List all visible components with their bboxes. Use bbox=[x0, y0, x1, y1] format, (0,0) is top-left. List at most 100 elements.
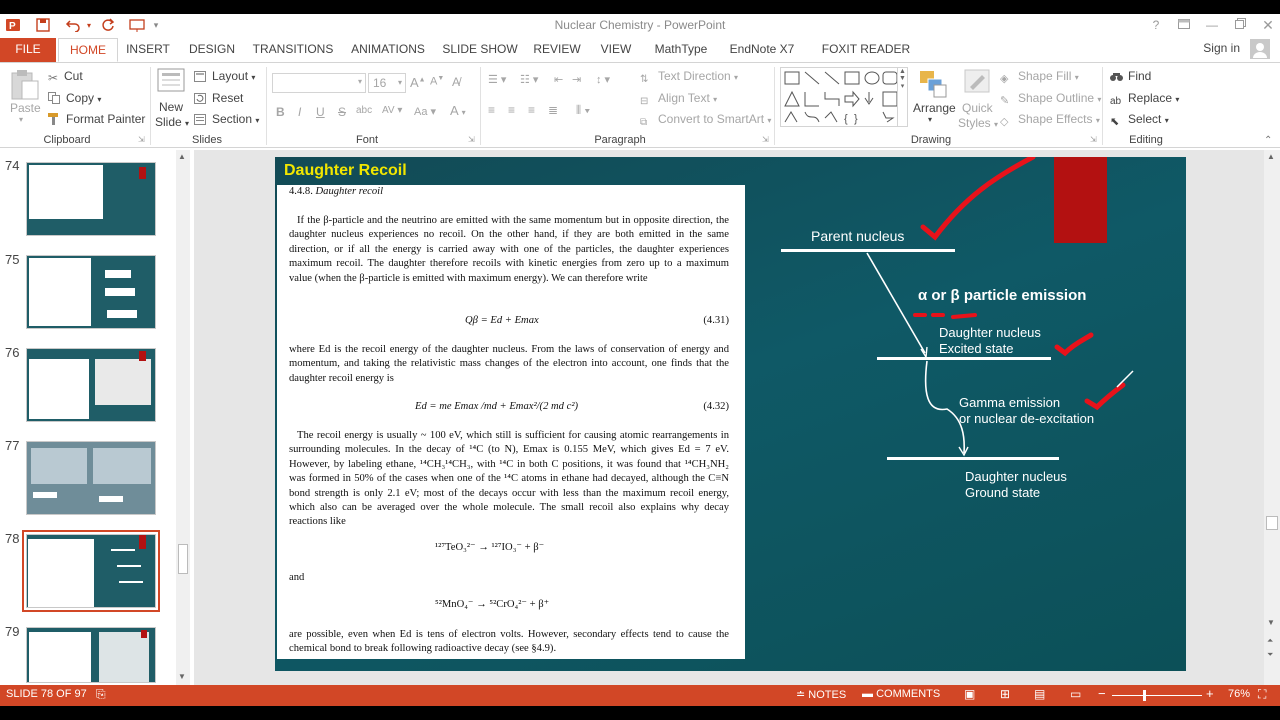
font-size-input[interactable]: 16 ▾ bbox=[368, 73, 406, 93]
slide-sorter-icon[interactable]: ⊞ bbox=[1000, 687, 1010, 701]
tab-design[interactable]: DESIGN bbox=[184, 38, 240, 62]
increase-indent-icon[interactable]: ⇥ bbox=[572, 73, 581, 86]
shape-outline-button[interactable]: ✎ Shape Outline ▾ bbox=[1000, 91, 1101, 107]
slide-thumbnail-78[interactable] bbox=[22, 530, 160, 612]
notes-button[interactable]: ≐ NOTES bbox=[796, 688, 846, 701]
font-launcher-icon[interactable]: ⇲ bbox=[468, 135, 475, 144]
decrease-indent-icon[interactable]: ⇤ bbox=[554, 73, 563, 86]
tab-insert[interactable]: INSERT bbox=[122, 38, 174, 62]
shapes-gallery[interactable]: {} ▲ ▼ ▾ bbox=[780, 67, 908, 127]
tab-endnote[interactable]: EndNote X7 bbox=[724, 38, 800, 62]
clipboard-launcher-icon[interactable]: ⇲ bbox=[138, 135, 145, 144]
slide-thumbnail-74[interactable] bbox=[26, 162, 156, 236]
char-spacing-icon[interactable]: abc bbox=[356, 105, 372, 116]
justify-icon[interactable]: ≣ bbox=[548, 103, 558, 117]
copy-button[interactable]: Copy ▾ bbox=[48, 91, 101, 105]
line-spacing-icon[interactable]: ↕ ▾ bbox=[596, 73, 610, 86]
columns-icon[interactable]: ⫴ ▾ bbox=[576, 103, 590, 118]
decay-arrow[interactable] bbox=[866, 252, 926, 354]
help-icon[interactable]: ? bbox=[1146, 16, 1166, 34]
sign-in-link[interactable]: Sign in bbox=[1203, 41, 1240, 55]
fit-to-window-icon[interactable]: ⛶ bbox=[1258, 687, 1266, 702]
align-text-button[interactable]: ⊟ Align Text ▾ bbox=[640, 91, 717, 108]
font-color-icon[interactable]: A ▾ bbox=[450, 103, 466, 118]
thumbnail-scroll-thumb[interactable] bbox=[178, 544, 188, 574]
close-icon[interactable]: ✕ bbox=[1258, 16, 1278, 34]
change-case-icon[interactable]: Aa ▾ bbox=[414, 105, 436, 118]
tab-review[interactable]: REVIEW bbox=[530, 38, 584, 62]
font-name-dropdown-icon[interactable]: ▾ bbox=[358, 77, 362, 86]
slide-thumbnail-76[interactable] bbox=[26, 348, 156, 422]
shape-effects-button[interactable]: ◇ Shape Effects ▾ bbox=[1000, 112, 1100, 128]
arrange-dropdown-icon[interactable]: ▾ bbox=[928, 115, 932, 124]
slideshow-icon[interactable]: ▭ bbox=[1070, 687, 1081, 701]
restore-icon[interactable] bbox=[1230, 16, 1250, 34]
quick-styles-button[interactable]: Quick bbox=[962, 101, 993, 115]
replace-button[interactable]: ab Replace ▾ bbox=[1110, 91, 1179, 108]
canvas-scrollbar[interactable]: ▲ ▼ ⏶ ⏷ bbox=[1264, 150, 1280, 685]
zoom-out-icon[interactable]: − bbox=[1098, 686, 1106, 701]
previous-slide-icon[interactable]: ⏶ bbox=[1267, 636, 1273, 646]
slide-78[interactable]: Daughter Recoil 4.4.8. Daughter recoil I… bbox=[275, 157, 1186, 671]
ribbon-display-icon[interactable] bbox=[1174, 16, 1194, 34]
layout-button[interactable]: Layout ▾ bbox=[194, 69, 255, 83]
align-left-icon[interactable]: ≡ bbox=[488, 103, 495, 117]
char-spacing-dropdown-icon[interactable]: AV ▾ bbox=[382, 105, 402, 116]
drawing-launcher-icon[interactable]: ⇲ bbox=[1090, 135, 1097, 144]
paragraph-launcher-icon[interactable]: ⇲ bbox=[762, 135, 769, 144]
arrange-button[interactable]: Arrange bbox=[913, 101, 956, 115]
paste-icon[interactable] bbox=[10, 69, 40, 104]
underline-icon[interactable]: U bbox=[316, 105, 325, 119]
scroll-down-icon[interactable]: ▼ bbox=[1267, 618, 1275, 627]
cut-button[interactable]: ✂ Cut bbox=[48, 69, 83, 85]
gamma-arrow[interactable] bbox=[924, 360, 966, 454]
next-slide-icon[interactable]: ⏷ bbox=[1267, 650, 1273, 660]
new-slide-icon[interactable] bbox=[156, 67, 186, 98]
zoom-slider[interactable] bbox=[1112, 695, 1202, 696]
zoom-level[interactable]: 76% bbox=[1228, 688, 1250, 700]
clear-formatting-icon[interactable]: A̸ bbox=[452, 75, 460, 89]
font-size-dropdown-icon[interactable]: ▾ bbox=[398, 78, 402, 87]
tab-transitions[interactable]: TRANSITIONS bbox=[250, 38, 336, 62]
minimize-icon[interactable]: — bbox=[1202, 16, 1222, 34]
new-slide-label-2[interactable]: Slide ▾ bbox=[155, 115, 189, 129]
numbering-icon[interactable]: ☷ ▾ bbox=[520, 73, 538, 86]
convert-smartart-button[interactable]: ⧉ Convert to SmartArt ▾ bbox=[640, 112, 771, 129]
align-center-icon[interactable]: ≡ bbox=[508, 103, 515, 117]
tab-animations[interactable]: ANIMATIONS bbox=[346, 38, 430, 62]
tab-file[interactable]: FILE bbox=[0, 38, 56, 62]
slide-editing-area[interactable]: Daughter Recoil 4.4.8. Daughter recoil I… bbox=[194, 150, 1264, 685]
strikethrough-icon[interactable]: S bbox=[338, 105, 346, 119]
shape-fill-button[interactable]: ◈ Shape Fill ▾ bbox=[1000, 69, 1079, 85]
quick-styles-label-2[interactable]: Styles ▾ bbox=[958, 116, 998, 130]
reset-button[interactable]: Reset bbox=[194, 91, 243, 105]
spell-check-icon[interactable]: ⎘ bbox=[96, 687, 106, 702]
zoom-in-icon[interactable]: + bbox=[1206, 686, 1214, 701]
new-slide-button[interactable]: New bbox=[159, 100, 183, 114]
paste-button[interactable]: Paste bbox=[10, 101, 41, 115]
tab-mathtype[interactable]: MathType bbox=[648, 38, 714, 62]
zoom-slider-thumb[interactable] bbox=[1143, 690, 1146, 701]
paste-dropdown-icon[interactable]: ▾ bbox=[19, 115, 23, 124]
shapes-scroll[interactable]: ▲ ▼ ▾ bbox=[897, 68, 907, 126]
shrink-font-icon[interactable]: A▼ bbox=[430, 75, 444, 88]
select-button[interactable]: ⬉ Select ▾ bbox=[1110, 112, 1169, 128]
slide-thumbnail-75[interactable] bbox=[26, 255, 156, 329]
align-right-icon[interactable]: ≡ bbox=[528, 103, 535, 117]
font-name-input[interactable]: ▾ bbox=[272, 73, 366, 93]
section-button[interactable]: Section ▾ bbox=[194, 112, 259, 126]
bullets-icon[interactable]: ☰ ▾ bbox=[488, 73, 506, 86]
tab-home[interactable]: HOME bbox=[58, 38, 118, 62]
comments-button[interactable]: ▬ COMMENTS bbox=[862, 688, 940, 700]
arrange-icon[interactable] bbox=[918, 69, 948, 102]
normal-view-icon[interactable]: ▣ bbox=[964, 687, 975, 701]
quick-styles-icon[interactable] bbox=[962, 67, 992, 100]
scroll-up-icon[interactable]: ▲ bbox=[1267, 152, 1275, 161]
avatar[interactable] bbox=[1250, 39, 1270, 59]
canvas-scroll-thumb[interactable] bbox=[1266, 516, 1278, 530]
scroll-down-icon[interactable]: ▼ bbox=[178, 672, 186, 681]
tab-foxit[interactable]: FOXIT READER PDF bbox=[810, 38, 922, 78]
thumbnail-scrollbar[interactable]: ▲ ▼ bbox=[176, 150, 190, 685]
grow-font-icon[interactable]: A▲ bbox=[410, 75, 426, 90]
tab-slide-show[interactable]: SLIDE SHOW bbox=[440, 38, 520, 62]
